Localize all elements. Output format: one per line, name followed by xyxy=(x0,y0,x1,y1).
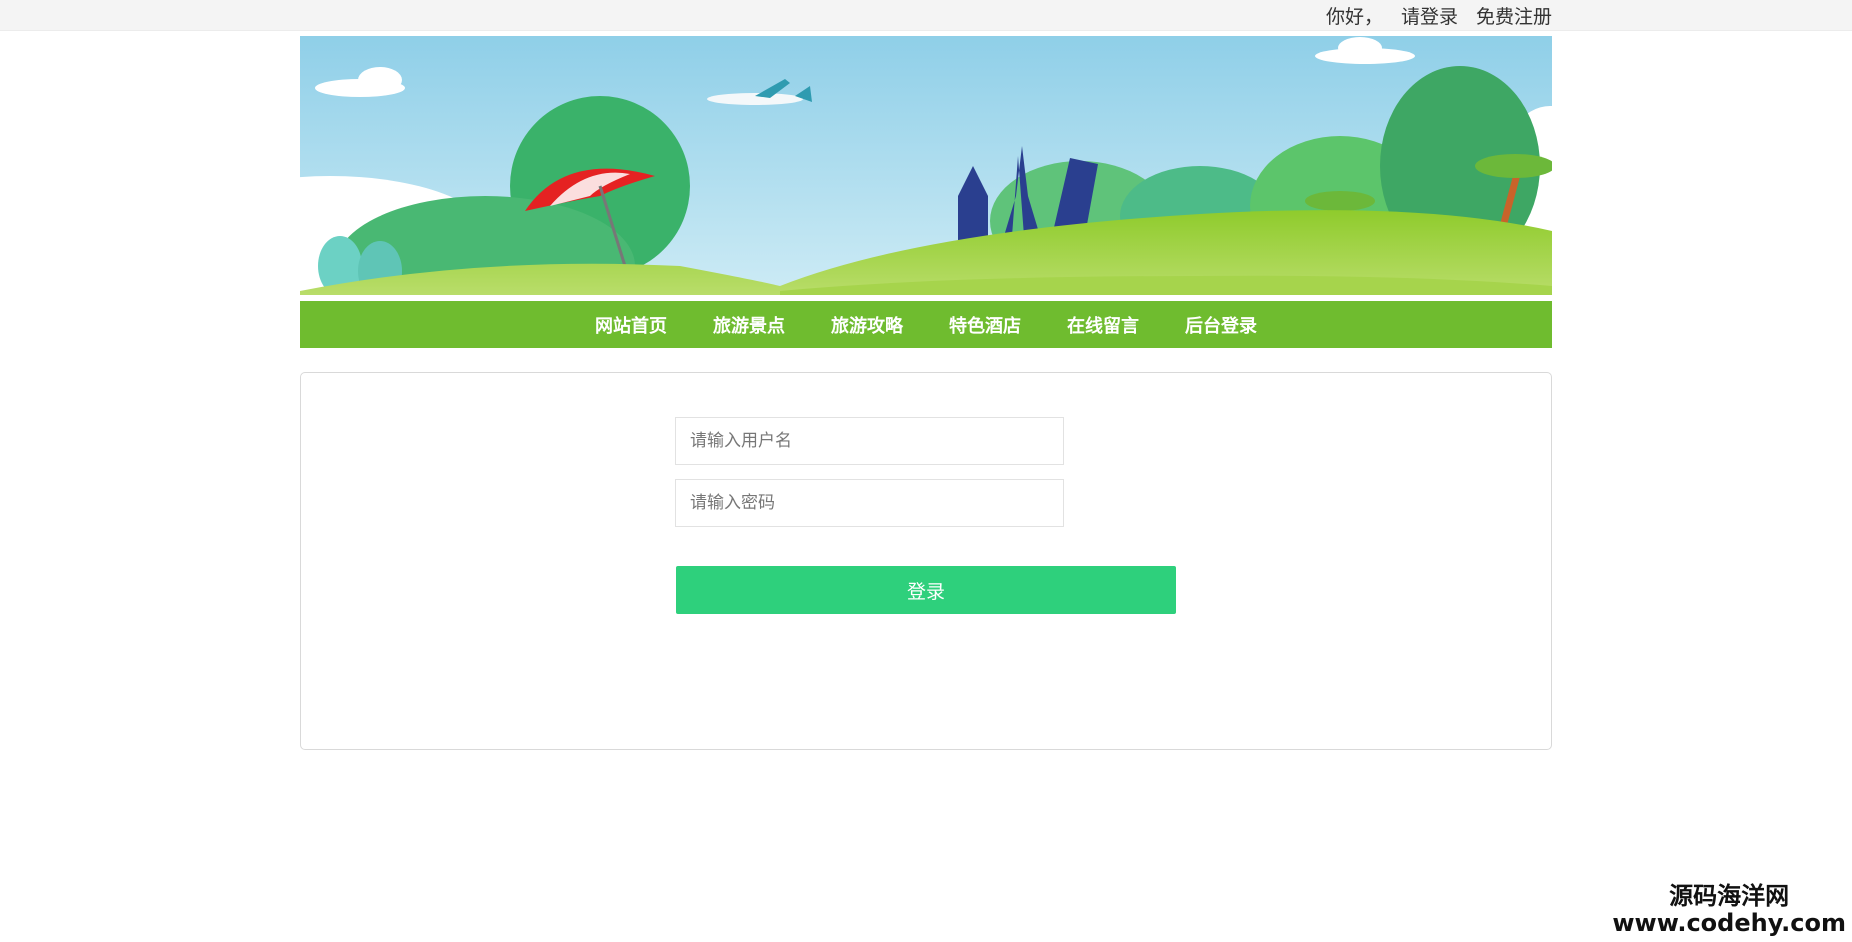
password-input[interactable] xyxy=(675,479,1064,527)
login-link[interactable]: 请登录 xyxy=(1401,2,1458,29)
site-watermark: 源码海洋网 www.codehy.com xyxy=(1612,882,1846,936)
nav-item-messages[interactable]: 在线留言 xyxy=(1067,312,1139,338)
register-link[interactable]: 免费注册 xyxy=(1476,2,1552,29)
travel-banner-image xyxy=(300,36,1552,295)
watermark-url: www.codehy.com xyxy=(1612,909,1846,937)
top-bar-links: 你好， 请登录 免费注册 xyxy=(1326,0,1552,30)
main-nav: 网站首页 旅游景点 旅游攻略 特色酒店 在线留言 后台登录 xyxy=(300,301,1552,348)
nav-item-hotels[interactable]: 特色酒店 xyxy=(949,312,1021,338)
nav-item-home[interactable]: 网站首页 xyxy=(595,312,667,338)
nav-item-attractions[interactable]: 旅游景点 xyxy=(713,312,785,338)
watermark-title: 源码海洋网 xyxy=(1669,882,1790,910)
nav-item-guides[interactable]: 旅游攻略 xyxy=(831,312,903,338)
login-button[interactable]: 登录 xyxy=(676,566,1176,614)
nav-item-admin-login[interactable]: 后台登录 xyxy=(1185,312,1257,338)
top-bar: 你好， 请登录 免费注册 xyxy=(0,0,1852,31)
username-input[interactable] xyxy=(675,417,1064,465)
greeting-text: 你好， xyxy=(1325,5,1383,28)
